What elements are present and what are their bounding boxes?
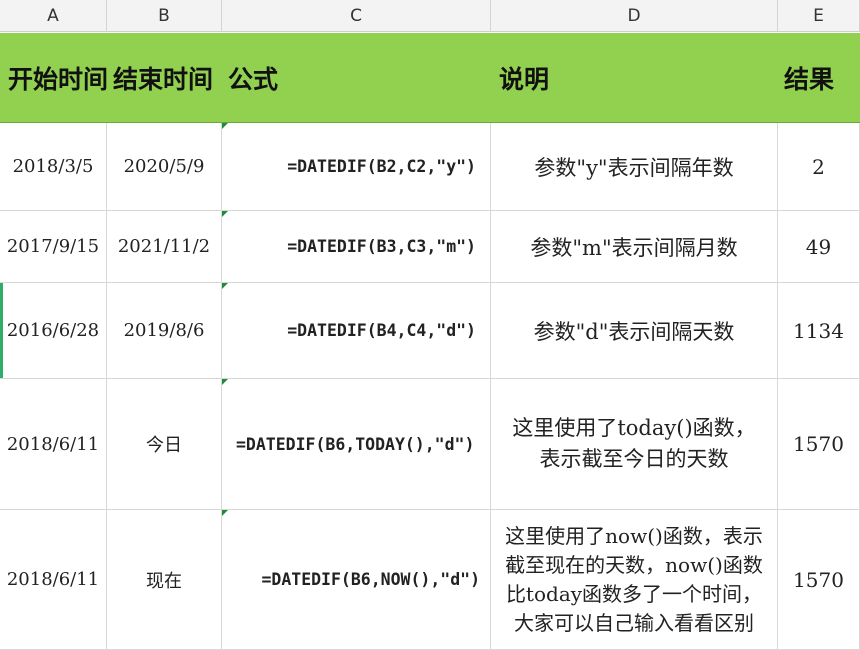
cell-end-date[interactable]: 2019/8/6 [107, 283, 222, 379]
cell-result[interactable]: 1134 [778, 283, 860, 379]
cell-formula[interactable]: =DATEDIF(B6,NOW(),"d") [222, 510, 491, 650]
cell-indicator-icon [222, 211, 228, 217]
column-header-b[interactable]: B [107, 0, 222, 32]
cell-indicator-icon [222, 379, 228, 385]
column-header-c[interactable]: C [222, 0, 491, 32]
cell-start-date[interactable]: 2018/6/11 [0, 379, 107, 510]
header-start-time[interactable]: 开始时间 [0, 33, 107, 123]
cell-result[interactable]: 1570 [778, 510, 860, 650]
cell-description[interactable]: 参数"y"表示间隔年数 [491, 123, 778, 211]
cell-start-date[interactable]: 2018/6/11 [0, 510, 107, 650]
cell-start-date[interactable]: 2016/6/28 [0, 283, 107, 379]
cell-description[interactable]: 这里使用了now()函数，表示 截至现在的天数，now()函数 比today函数… [491, 510, 778, 650]
cell-end-date[interactable]: 2020/5/9 [107, 123, 222, 211]
cell-description[interactable]: 参数"d"表示间隔天数 [491, 283, 778, 379]
description-line: 截至现在的天数，now()函数 [505, 552, 763, 577]
cell-result[interactable]: 1570 [778, 379, 860, 510]
cell-indicator-icon [222, 123, 228, 129]
cell-formula[interactable]: =DATEDIF(B3,C3,"m") [222, 211, 491, 283]
cell-formula[interactable]: =DATEDIF(B2,C2,"y") [222, 123, 491, 211]
cell-description[interactable]: 这里使用了today()函数， 表示截至今日的天数 [491, 379, 778, 510]
cell-formula[interactable]: =DATEDIF(B4,C4,"d") [222, 283, 491, 379]
header-result[interactable]: 结果 [778, 33, 860, 123]
header-end-time[interactable]: 结束时间 [107, 33, 222, 123]
header-formula[interactable]: 公式 [222, 33, 491, 123]
cell-result[interactable]: 2 [778, 123, 860, 211]
spreadsheet: A B C D E 开始时间 结束时间 公式 说明 结果 2018/3/5 20… [0, 0, 860, 650]
column-header-d[interactable]: D [491, 0, 778, 32]
cell-indicator-icon [222, 510, 228, 516]
column-header-e[interactable]: E [778, 0, 860, 32]
cell-description[interactable]: 参数"m"表示间隔月数 [491, 211, 778, 283]
cell-end-date[interactable]: 现在 [107, 510, 222, 650]
description-line: 这里使用了today()函数， [512, 416, 756, 440]
cell-start-date[interactable]: 2017/9/15 [0, 211, 107, 283]
description-line: 表示截至今日的天数 [539, 447, 729, 471]
description-line: 这里使用了now()函数，表示 [505, 523, 763, 548]
cell-end-date[interactable]: 今日 [107, 379, 222, 510]
cell-end-date[interactable]: 2021/11/2 [107, 211, 222, 283]
cell-indicator-icon [222, 283, 228, 289]
cell-result[interactable]: 49 [778, 211, 860, 283]
column-header-a[interactable]: A [0, 0, 107, 32]
description-line: 大家可以自己输入看看区别 [514, 610, 754, 635]
header-description[interactable]: 说明 [491, 33, 778, 123]
cell-start-date[interactable]: 2018/3/5 [0, 123, 107, 211]
description-line: 比today函数多了一个时间， [505, 581, 763, 606]
cell-formula[interactable]: =DATEDIF(B6,TODAY(),"d") [222, 379, 491, 510]
